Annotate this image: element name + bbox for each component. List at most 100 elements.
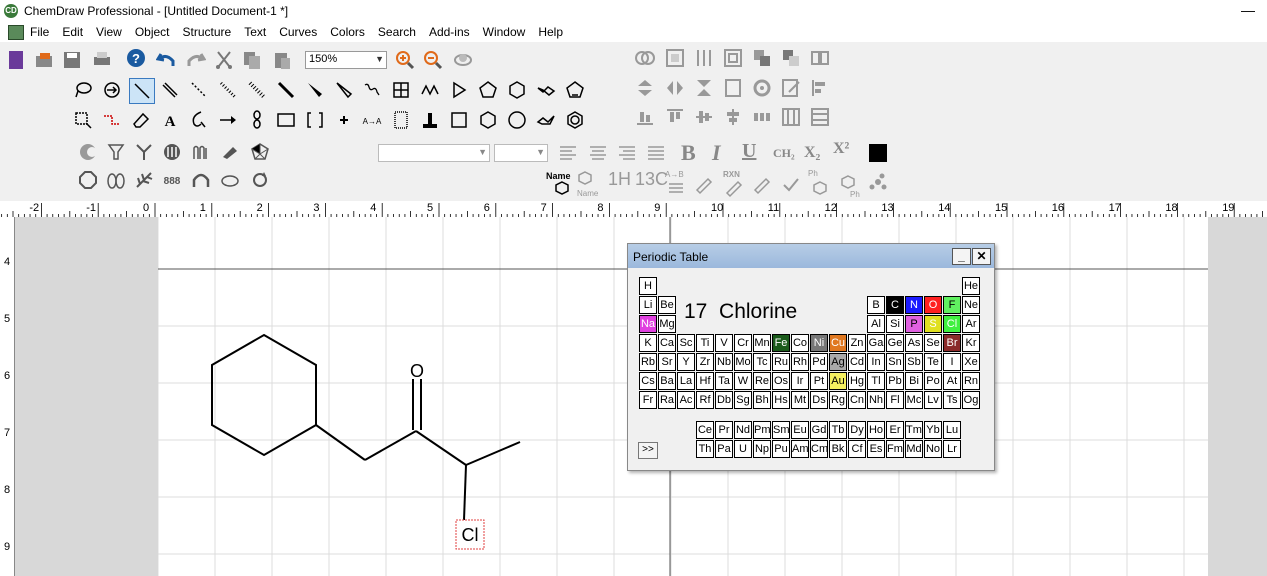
element-f[interactable]: F xyxy=(943,296,961,314)
element-w[interactable]: W xyxy=(734,372,752,390)
minimize-window-button[interactable]: — xyxy=(1241,2,1255,18)
save-icon[interactable] xyxy=(62,50,82,70)
check-structure-icon[interactable] xyxy=(781,175,801,195)
element-ir[interactable]: Ir xyxy=(791,372,809,390)
font-family-select[interactable]: ▼ xyxy=(378,144,490,162)
element-nh[interactable]: Nh xyxy=(867,391,885,409)
template-helix-icon[interactable]: 888 xyxy=(162,170,182,190)
menu-view[interactable]: View xyxy=(96,25,122,39)
element-ar[interactable]: Ar xyxy=(962,315,980,333)
text-tool-icon[interactable]: A xyxy=(160,110,180,130)
element-mt[interactable]: Mt xyxy=(791,391,809,409)
element-s[interactable]: S xyxy=(924,315,942,333)
element-ga[interactable]: Ga xyxy=(867,334,885,352)
element-mo[interactable]: Mo xyxy=(734,353,752,371)
element-ce[interactable]: Ce xyxy=(696,421,714,439)
element-hg[interactable]: Hg xyxy=(848,372,866,390)
element-cs[interactable]: Cs xyxy=(639,372,657,390)
copy-icon[interactable] xyxy=(242,50,262,70)
template-clipboard-icon[interactable] xyxy=(220,142,240,162)
element-fe[interactable]: Fe xyxy=(772,334,790,352)
page-icon[interactable] xyxy=(723,78,743,98)
bond-tool-selected[interactable] xyxy=(129,78,155,104)
element-si[interactable]: Si xyxy=(886,315,904,333)
element-cu[interactable]: Cu xyxy=(829,334,847,352)
template-lungs-icon[interactable] xyxy=(106,170,126,190)
menu-curves[interactable]: Curves xyxy=(279,25,317,39)
align-bottom-icon[interactable] xyxy=(635,107,655,127)
flip-horizontal-icon[interactable] xyxy=(665,78,685,98)
element-nb[interactable]: Nb xyxy=(715,353,733,371)
element-pa[interactable]: Pa xyxy=(715,440,733,458)
element-h[interactable]: H xyxy=(639,277,657,295)
bond-ring-ch2[interactable] xyxy=(315,424,366,461)
element-ne[interactable]: Ne xyxy=(962,296,980,314)
square-ring-icon[interactable] xyxy=(449,110,469,130)
element-cn[interactable]: Cn xyxy=(848,391,866,409)
element-tb[interactable]: Tb xyxy=(829,421,847,439)
element-ca[interactable]: Ca xyxy=(658,334,676,352)
distribute-h-icon[interactable] xyxy=(752,107,772,127)
chair-ring-icon[interactable] xyxy=(536,80,556,100)
element-mn[interactable]: Mn xyxy=(753,334,771,352)
element-te[interactable]: Te xyxy=(924,353,942,371)
template-y-icon[interactable] xyxy=(134,142,154,162)
element-sc[interactable]: Sc xyxy=(677,334,695,352)
element-kr[interactable]: Kr xyxy=(962,334,980,352)
menu-text[interactable]: Text xyxy=(244,25,266,39)
reaction-list-icon[interactable] xyxy=(666,178,686,198)
element-la[interactable]: La xyxy=(677,372,695,390)
element-rb[interactable]: Rb xyxy=(639,353,657,371)
element-be[interactable]: Be xyxy=(658,296,676,314)
element-sm[interactable]: Sm xyxy=(772,421,790,439)
element-md[interactable]: Md xyxy=(905,440,923,458)
center-icon[interactable] xyxy=(723,48,743,68)
element-cf[interactable]: Cf xyxy=(848,440,866,458)
cyclohexane-ring[interactable] xyxy=(211,333,317,457)
element-c[interactable]: C xyxy=(886,296,904,314)
hollow-wedge-icon[interactable] xyxy=(334,80,354,100)
element-pr[interactable]: Pr xyxy=(715,421,733,439)
rotate-3d-icon[interactable] xyxy=(453,50,473,70)
element-re[interactable]: Re xyxy=(753,372,771,390)
element-pm[interactable]: Pm xyxy=(753,421,771,439)
element-lr[interactable]: Lr xyxy=(943,440,961,458)
element-fm[interactable]: Fm xyxy=(886,440,904,458)
color-swatch[interactable] xyxy=(868,143,888,163)
element-am[interactable]: Am xyxy=(791,440,809,458)
element-np[interactable]: Np xyxy=(753,440,771,458)
element-sb[interactable]: Sb xyxy=(905,353,923,371)
distribute-icon[interactable] xyxy=(694,48,714,68)
element-xe[interactable]: Xe xyxy=(962,353,980,371)
minimize-panel-button[interactable]: _ xyxy=(952,248,971,265)
element-th[interactable]: Th xyxy=(696,440,714,458)
element-co[interactable]: Co xyxy=(791,334,809,352)
element-rg[interactable]: Rg xyxy=(829,391,847,409)
template-cloud-icon[interactable] xyxy=(220,170,240,190)
element-zr[interactable]: Zr xyxy=(696,353,714,371)
open-folder-icon[interactable] xyxy=(34,50,54,70)
element-ac[interactable]: Ac xyxy=(677,391,695,409)
element-pb[interactable]: Pb xyxy=(886,372,904,390)
ungroup-icon[interactable] xyxy=(810,48,830,68)
cut-icon[interactable] xyxy=(214,50,234,70)
eraser-icon[interactable] xyxy=(131,110,151,130)
element-sn[interactable]: Sn xyxy=(886,353,904,371)
wavy-bond-icon[interactable] xyxy=(362,80,382,100)
align-left-icon[interactable] xyxy=(810,78,830,98)
element-bh[interactable]: Bh xyxy=(753,391,771,409)
element-po[interactable]: Po xyxy=(924,372,942,390)
pentagon-ring-icon[interactable] xyxy=(478,80,498,100)
align-text-center-icon[interactable] xyxy=(588,143,608,163)
element-ra[interactable]: Ra xyxy=(658,391,676,409)
element-hs[interactable]: Hs xyxy=(772,391,790,409)
flask-icon[interactable] xyxy=(694,175,714,195)
element-fl[interactable]: Fl xyxy=(886,391,904,409)
table-icon[interactable] xyxy=(391,80,411,100)
dotted-page-icon[interactable] xyxy=(391,110,411,130)
hashed-bond-icon[interactable] xyxy=(218,80,238,100)
menu-structure[interactable]: Structure xyxy=(183,25,232,39)
italic-button[interactable]: I xyxy=(712,140,721,166)
element-ti[interactable]: Ti xyxy=(696,334,714,352)
element-mc[interactable]: Mc xyxy=(905,391,923,409)
